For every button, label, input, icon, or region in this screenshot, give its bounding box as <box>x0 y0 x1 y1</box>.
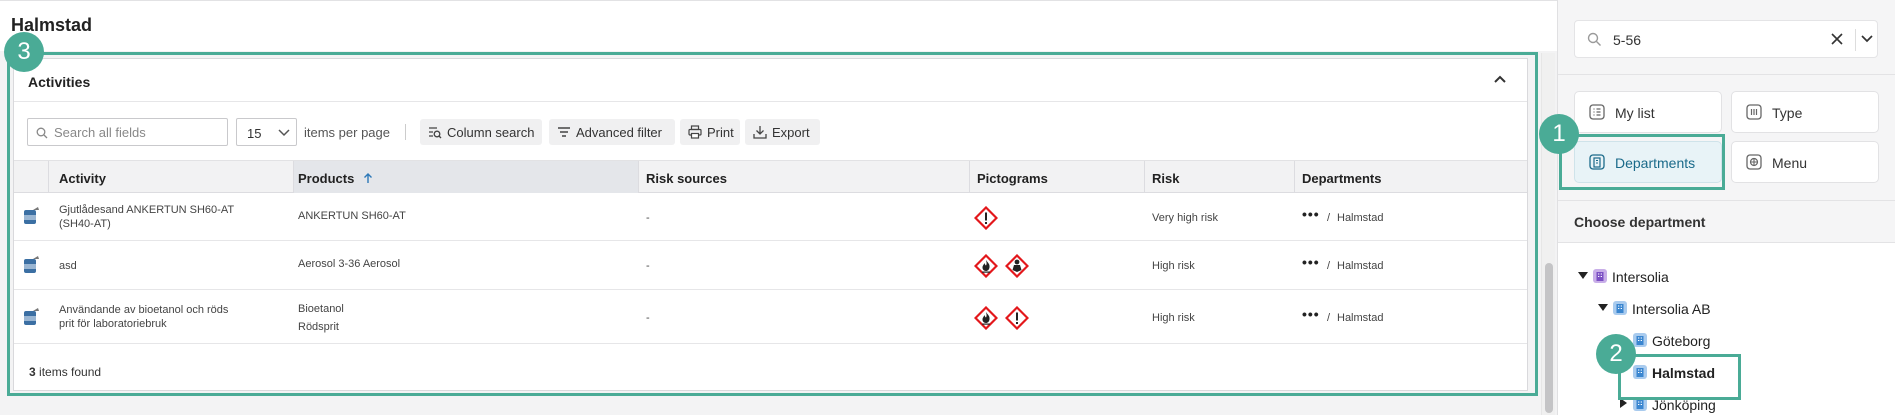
nav-divider <box>1558 74 1895 75</box>
nav-my-list-label: My list <box>1615 105 1655 121</box>
annotation-badge-1: 1 <box>1539 114 1579 154</box>
sidebar-search-input[interactable] <box>1613 30 1793 50</box>
annotation-badge-3: 3 <box>4 32 44 72</box>
search-divider <box>1855 29 1856 51</box>
search-icon <box>1587 32 1601 46</box>
chevron-down-icon[interactable] <box>1861 35 1873 43</box>
tree-node-label: Intersolia <box>1612 269 1669 285</box>
caret-down-icon[interactable] <box>1598 304 1608 312</box>
nav-type-label: Type <box>1772 105 1803 121</box>
nav-my-list[interactable]: My list <box>1574 91 1722 133</box>
menu-grid-icon <box>1746 154 1762 170</box>
tree-node-label: Intersolia AB <box>1632 301 1711 317</box>
annotation-highlight-3 <box>7 52 1538 396</box>
annotation-highlight-2 <box>1618 354 1741 400</box>
choose-department-header: Choose department <box>1558 201 1895 243</box>
choose-department-label: Choose department <box>1574 214 1706 230</box>
title-bar <box>0 1 1557 51</box>
department-icon <box>1633 333 1647 347</box>
annotation-highlight-1 <box>1559 134 1725 190</box>
tree-node-label: Göteborg <box>1652 333 1711 349</box>
annotation-badge-2: 2 <box>1596 334 1636 374</box>
organization-icon <box>1593 269 1607 283</box>
scrollbar-thumb[interactable] <box>1545 263 1553 413</box>
close-icon[interactable] <box>1830 32 1844 46</box>
nav-menu-label: Menu <box>1772 155 1808 171</box>
vertical-scrollbar[interactable] <box>1541 53 1555 415</box>
nav-type[interactable]: Type <box>1731 91 1879 133</box>
company-icon <box>1613 301 1627 315</box>
list-icon <box>1589 104 1605 120</box>
nav-menu[interactable]: Menu <box>1731 141 1879 183</box>
caret-down-icon[interactable] <box>1578 272 1588 280</box>
sidebar-search[interactable] <box>1574 20 1878 58</box>
type-icon <box>1746 104 1762 120</box>
